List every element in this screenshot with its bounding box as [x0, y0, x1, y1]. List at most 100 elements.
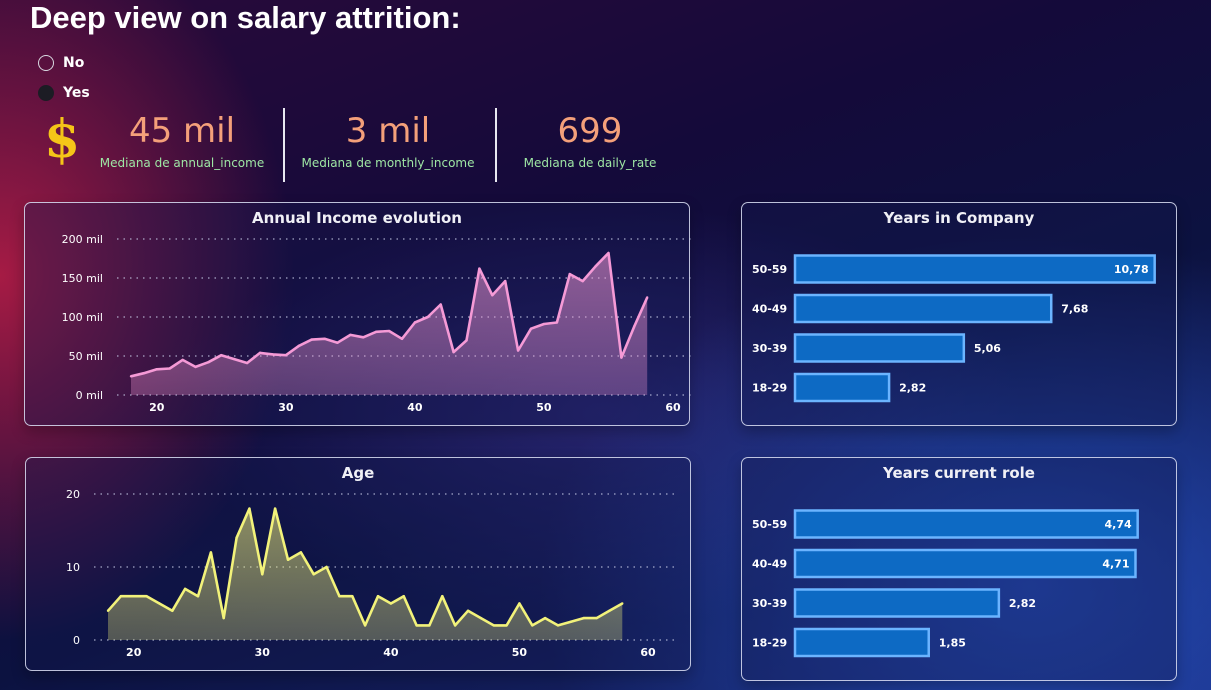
- data-point[interactable]: [608, 609, 611, 612]
- data-point[interactable]: [478, 267, 481, 270]
- data-point[interactable]: [284, 354, 288, 357]
- kpi-divider: [283, 108, 285, 182]
- data-point[interactable]: [531, 624, 534, 627]
- data-point[interactable]: [645, 296, 649, 299]
- x-tick-label: 50: [536, 401, 552, 414]
- data-point[interactable]: [465, 339, 468, 342]
- data-point[interactable]: [312, 573, 315, 576]
- data-point[interactable]: [129, 375, 133, 378]
- data-point[interactable]: [194, 365, 197, 369]
- data-point[interactable]: [222, 616, 225, 620]
- data-point[interactable]: [621, 602, 624, 605]
- y-tick-label: 0 mil: [76, 389, 103, 402]
- data-point[interactable]: [310, 338, 313, 341]
- data-point[interactable]: [428, 624, 431, 627]
- data-point[interactable]: [220, 354, 223, 357]
- data-point[interactable]: [119, 595, 123, 598]
- data-point[interactable]: [325, 565, 328, 569]
- bar[interactable]: [793, 588, 1001, 618]
- data-point[interactable]: [505, 624, 508, 627]
- data-point[interactable]: [155, 368, 159, 371]
- data-point[interactable]: [351, 595, 354, 598]
- slicer-option-yes[interactable]: Yes: [38, 78, 90, 108]
- data-point[interactable]: [516, 349, 520, 352]
- x-tick-label: 50: [512, 646, 528, 659]
- data-point[interactable]: [374, 330, 378, 334]
- data-point[interactable]: [376, 595, 380, 598]
- data-point[interactable]: [207, 361, 210, 364]
- data-point[interactable]: [555, 321, 559, 324]
- data-point[interactable]: [620, 356, 623, 359]
- data-point[interactable]: [518, 602, 521, 605]
- data-point[interactable]: [426, 315, 430, 319]
- data-point[interactable]: [362, 336, 365, 339]
- data-point[interactable]: [568, 272, 571, 276]
- slicer-option-no[interactable]: No: [38, 48, 90, 78]
- data-point[interactable]: [183, 587, 187, 591]
- bar[interactable]: [793, 293, 1053, 324]
- data-point[interactable]: [171, 609, 174, 612]
- kpi-value: 45 mil: [128, 111, 236, 151]
- data-point[interactable]: [452, 350, 455, 354]
- data-point[interactable]: [413, 321, 417, 324]
- data-point[interactable]: [261, 573, 264, 576]
- data-point[interactable]: [492, 624, 495, 627]
- bar[interactable]: [793, 548, 1137, 579]
- data-point[interactable]: [582, 616, 585, 620]
- data-point[interactable]: [387, 329, 391, 333]
- data-point[interactable]: [569, 620, 573, 623]
- data-point[interactable]: [235, 536, 238, 539]
- bar[interactable]: [793, 372, 891, 403]
- data-point[interactable]: [479, 616, 483, 620]
- data-point[interactable]: [248, 507, 251, 510]
- data-point[interactable]: [363, 624, 367, 627]
- data-point[interactable]: [595, 616, 598, 620]
- data-point[interactable]: [181, 358, 184, 362]
- bar[interactable]: [793, 509, 1139, 539]
- data-point[interactable]: [338, 595, 341, 598]
- data-point[interactable]: [400, 337, 404, 341]
- data-point[interactable]: [466, 609, 470, 612]
- bar[interactable]: [793, 254, 1156, 284]
- data-point[interactable]: [245, 361, 249, 365]
- data-point[interactable]: [233, 357, 236, 361]
- data-point[interactable]: [145, 595, 148, 598]
- data-point[interactable]: [633, 325, 636, 328]
- radio-yes[interactable]: [38, 85, 54, 101]
- data-point[interactable]: [529, 327, 533, 330]
- data-point[interactable]: [196, 595, 200, 598]
- data-point[interactable]: [543, 616, 547, 620]
- bar[interactable]: [793, 627, 930, 658]
- data-point[interactable]: [581, 279, 584, 283]
- data-point[interactable]: [349, 333, 352, 337]
- data-point[interactable]: [415, 624, 418, 627]
- data-point[interactable]: [106, 609, 110, 612]
- data-point[interactable]: [542, 322, 546, 326]
- data-point[interactable]: [273, 507, 277, 510]
- data-point[interactable]: [258, 351, 262, 355]
- data-label: 1,85: [939, 637, 966, 650]
- data-point[interactable]: [299, 551, 303, 554]
- data-point[interactable]: [607, 251, 610, 255]
- data-point[interactable]: [439, 303, 442, 306]
- data-point[interactable]: [209, 551, 213, 554]
- data-point[interactable]: [168, 367, 171, 370]
- data-point[interactable]: [453, 624, 457, 627]
- data-point[interactable]: [158, 602, 161, 605]
- data-point[interactable]: [441, 595, 444, 598]
- data-point[interactable]: [389, 602, 393, 605]
- data-point[interactable]: [323, 337, 326, 341]
- data-point[interactable]: [132, 595, 135, 598]
- data-point[interactable]: [142, 371, 146, 375]
- data-point[interactable]: [286, 558, 290, 561]
- data-point[interactable]: [556, 624, 560, 627]
- data-point[interactable]: [504, 279, 507, 283]
- data-point[interactable]: [594, 265, 597, 268]
- data-point[interactable]: [402, 595, 405, 598]
- data-point[interactable]: [491, 293, 494, 297]
- radio-no[interactable]: [38, 55, 54, 71]
- data-point[interactable]: [271, 353, 275, 356]
- data-point[interactable]: [336, 341, 339, 344]
- data-point[interactable]: [297, 344, 300, 348]
- bar[interactable]: [793, 333, 966, 363]
